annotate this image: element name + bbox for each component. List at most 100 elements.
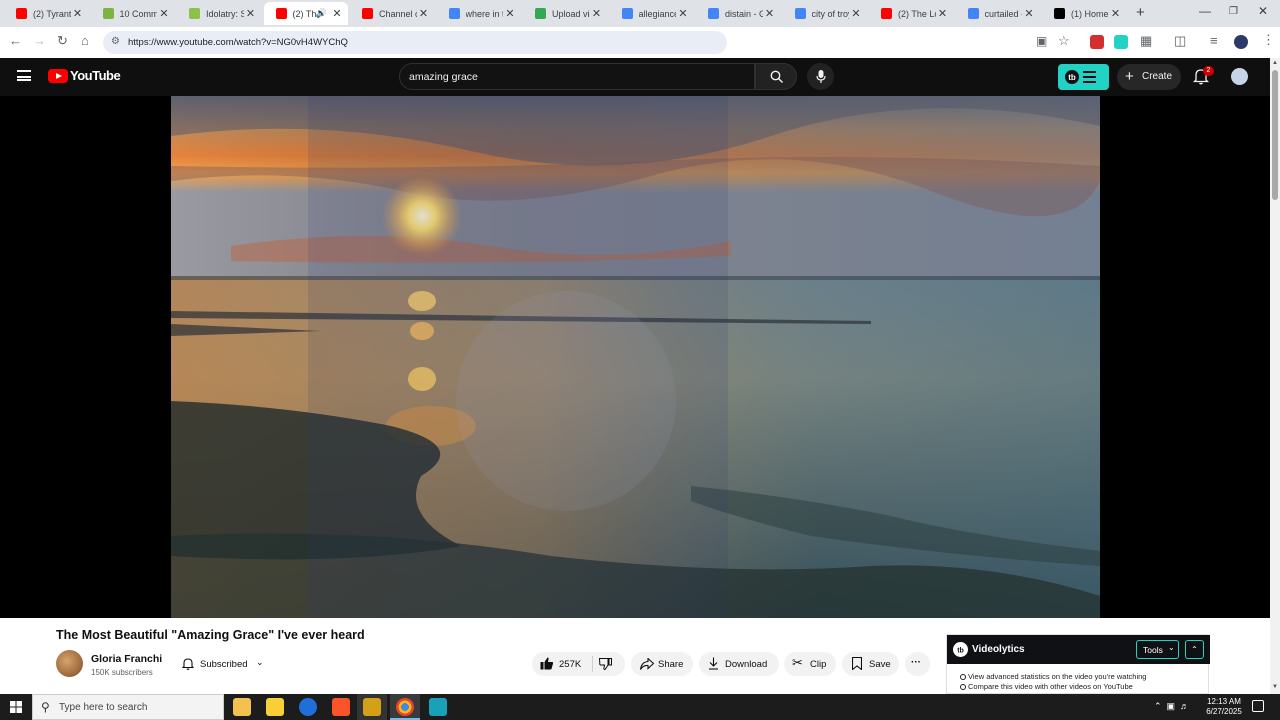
like-count[interactable]: 257K: [559, 659, 581, 670]
browser-tab[interactable]: (2) Tyrant C✕: [4, 2, 89, 25]
browser-tab[interactable]: where in th✕: [437, 2, 522, 25]
restore-icon[interactable]: ❐: [1229, 6, 1238, 17]
browser-tab[interactable]: allegiance ✕: [610, 2, 695, 25]
videolytics-header: tb Videolytics Tools ⌄ ⌃: [947, 635, 1210, 664]
browser-tab[interactable]: Channel cu✕: [350, 2, 435, 25]
create-button[interactable]: + Create: [1117, 64, 1181, 90]
video-player[interactable]: [0, 96, 1270, 618]
tab-close-icon[interactable]: ✕: [71, 7, 85, 20]
chrome-menu-icon[interactable]: ⋮: [1262, 32, 1275, 48]
more-actions-button[interactable]: ···: [905, 652, 930, 676]
back-icon[interactable]: ←: [9, 33, 22, 48]
tab-close-icon[interactable]: ✕: [1022, 7, 1036, 20]
forward-icon[interactable]: →: [33, 33, 46, 48]
profile-icon[interactable]: [1234, 35, 1248, 49]
bookmark-icon: [852, 657, 862, 670]
close-window-icon[interactable]: ✕: [1258, 4, 1268, 18]
browser-tab[interactable]: curtailed - ✕: [956, 2, 1041, 25]
hamburger-menu-icon[interactable]: [17, 70, 31, 81]
media-control-icon[interactable]: ≡: [1210, 33, 1218, 48]
account-avatar[interactable]: [1231, 68, 1248, 85]
page-scrollbar[interactable]: ▲ ▼: [1270, 58, 1280, 694]
like-dislike-group: 257K: [532, 652, 625, 676]
clock-time: 12:13 AM: [1207, 697, 1241, 706]
tab-close-icon[interactable]: ✕: [676, 7, 690, 20]
chrome-icon[interactable]: [396, 698, 414, 716]
browser-tab[interactable]: 10 Comma✕: [91, 2, 176, 25]
video-frame-sunset[interactable]: [171, 96, 1100, 618]
system-tray-icons[interactable]: ⌃ ▣ ♬: [1154, 701, 1189, 712]
tab-close-icon[interactable]: ✕: [763, 7, 777, 20]
extensions-puzzle-icon[interactable]: ▦: [1140, 33, 1152, 49]
tab-close-icon[interactable]: ✕: [417, 7, 431, 20]
save-label: Save: [869, 659, 891, 670]
install-app-icon[interactable]: ▣: [1036, 34, 1047, 48]
scrollbar-thumb[interactable]: [1272, 70, 1278, 200]
tab-close-icon[interactable]: ✕: [590, 7, 604, 20]
scroll-up-icon[interactable]: ▲: [1272, 60, 1278, 66]
tab-favicon-icon: [362, 8, 373, 19]
scroll-down-icon[interactable]: ▼: [1272, 684, 1278, 690]
save-button[interactable]: Save: [842, 652, 899, 676]
subscribed-label: Subscribed: [200, 659, 248, 670]
browser-tab[interactable]: (2) The Lor✕: [869, 2, 954, 25]
thumbs-down-icon[interactable]: [599, 658, 612, 670]
voice-search-button[interactable]: [807, 63, 834, 90]
address-bar[interactable]: ⚙ https://www.youtube.com/watch?v=NG0vH4…: [103, 31, 727, 54]
tab-close-icon[interactable]: ✕: [1109, 7, 1123, 20]
tab-close-icon[interactable]: ✕: [244, 7, 258, 20]
browser-tab[interactable]: distain - Go✕: [696, 2, 781, 25]
browser-tab[interactable]: city of troy ✕: [783, 2, 868, 25]
tab-close-icon[interactable]: ✕: [157, 7, 171, 20]
tab-title: where in th: [465, 8, 504, 19]
new-tab-button[interactable]: +: [1136, 4, 1145, 21]
search-input[interactable]: amazing grace: [399, 63, 755, 90]
bookmark-star-icon[interactable]: ☆: [1058, 33, 1070, 49]
tab-close-icon[interactable]: ✕: [849, 7, 863, 20]
search-icon: ⚲: [41, 700, 50, 714]
taskbar-search-placeholder: Type here to search: [59, 702, 148, 713]
extension-icon[interactable]: [1114, 35, 1128, 49]
thumbs-up-icon[interactable]: [540, 657, 554, 670]
tab-close-icon[interactable]: ✕: [330, 7, 344, 20]
collapse-panel-button[interactable]: ⌃: [1185, 640, 1204, 659]
search-query[interactable]: amazing grace: [409, 71, 478, 83]
browser-tab[interactable]: (1) Home ✕: [1042, 2, 1127, 25]
extension-icon[interactable]: [1090, 35, 1104, 49]
tab-close-icon[interactable]: ✕: [503, 7, 517, 20]
channel-name[interactable]: Gloria Franchi: [91, 653, 162, 665]
youtube-logo-icon[interactable]: [48, 69, 68, 83]
download-button[interactable]: Download: [699, 652, 779, 676]
search-button[interactable]: [755, 63, 797, 90]
taskbar-clock[interactable]: 12:13 AM 6/27/2025: [1200, 697, 1248, 717]
file-explorer-icon[interactable]: [233, 698, 251, 716]
tab-close-icon[interactable]: ✕: [936, 7, 950, 20]
channel-avatar[interactable]: [56, 650, 83, 677]
site-info-icon[interactable]: ⚙: [111, 36, 120, 47]
svg-text:tb: tb: [1068, 73, 1076, 82]
sticky-notes-icon[interactable]: [266, 698, 284, 716]
tab-audio-icon[interactable]: 🔊: [316, 8, 327, 19]
app-icon[interactable]: [299, 698, 317, 716]
share-icon: [640, 658, 654, 670]
more-horizontal-icon: ···: [911, 657, 921, 668]
side-panel-icon[interactable]: ◫: [1174, 33, 1186, 49]
windows-start-icon[interactable]: [10, 701, 22, 713]
home-icon[interactable]: ⌂: [81, 33, 89, 48]
browser-tab[interactable]: Idolatry: Sc✕: [177, 2, 262, 25]
youtube-logo-text[interactable]: YouTube: [70, 68, 121, 83]
minimize-icon[interactable]: —: [1199, 4, 1211, 18]
url-text[interactable]: https://www.youtube.com/watch?v=NG0vH4WY…: [128, 37, 348, 48]
brave-browser-icon[interactable]: [332, 698, 350, 716]
share-button[interactable]: Share: [631, 652, 693, 676]
clip-button[interactable]: ✂ Clip: [784, 652, 836, 676]
notification-center-icon[interactable]: [1252, 700, 1264, 712]
browser-tab[interactable]: Upload vid✕: [523, 2, 608, 25]
tools-dropdown[interactable]: Tools ⌄: [1136, 640, 1179, 659]
app-icon[interactable]: [429, 698, 447, 716]
app-star-icon[interactable]: [363, 698, 381, 716]
reload-icon[interactable]: ↻: [57, 33, 68, 49]
taskbar-search-box[interactable]: ⚲ Type here to search: [32, 694, 224, 720]
videolytics-extension-button[interactable]: tb: [1058, 64, 1109, 90]
browser-tab[interactable]: (2) The🔊✕: [263, 2, 348, 25]
